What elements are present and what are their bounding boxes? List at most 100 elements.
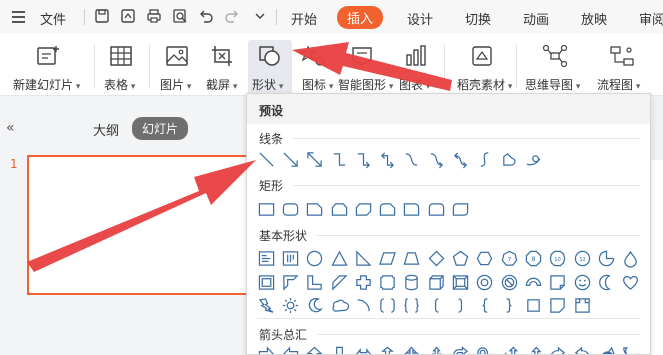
template-material-button[interactable]: 稻壳素材 <box>454 40 510 96</box>
tab-home[interactable]: 开始 <box>291 9 317 28</box>
arrow-line-shape[interactable] <box>278 149 302 169</box>
square-tab-shape[interactable] <box>521 295 545 315</box>
plaque-tabs-shape[interactable] <box>570 295 594 315</box>
up-arrow-shape[interactable] <box>303 344 327 354</box>
curved-left-arrow-shape[interactable] <box>570 344 594 354</box>
smart-graphic-button[interactable]: 智能图形 <box>334 40 390 96</box>
elbow-double-arrow-connector-shape[interactable] <box>375 149 399 169</box>
frame-shape[interactable] <box>254 272 278 292</box>
round-single-corner-rectangle-shape[interactable] <box>400 199 424 219</box>
hamburger-menu-icon[interactable] <box>12 11 25 23</box>
tab-design[interactable]: 设计 <box>407 9 433 28</box>
snip-round-rectangle-shape[interactable] <box>375 199 399 219</box>
cloud-shape[interactable] <box>327 295 351 315</box>
scribble-shape[interactable] <box>521 149 545 169</box>
icon-button[interactable]: 图标 <box>298 40 328 96</box>
right-bracket-shape[interactable] <box>448 295 472 315</box>
vertical-text-box-shape[interactable] <box>278 248 302 268</box>
arc-shape[interactable] <box>351 295 375 315</box>
outline-tab[interactable]: 大纲 <box>93 120 119 139</box>
file-menu[interactable]: 文件 <box>40 9 66 28</box>
double-brace-shape[interactable] <box>400 295 424 315</box>
quad-arrow-shape[interactable] <box>400 344 424 354</box>
half-frame-shape[interactable] <box>278 272 302 292</box>
teardrop-shape[interactable] <box>618 248 642 268</box>
chevron-down-icon[interactable] <box>252 8 268 24</box>
slides-tab[interactable]: 幻灯片 <box>132 117 189 140</box>
no-symbol-shape[interactable] <box>497 272 521 292</box>
bent-arrow-shape[interactable] <box>448 344 472 354</box>
right-arrow-shape[interactable] <box>254 344 278 354</box>
tab-animation[interactable]: 动画 <box>523 9 549 28</box>
bent-up-arrow-shape[interactable] <box>521 344 545 354</box>
rounded-rectangle-shape[interactable] <box>278 199 302 219</box>
shape-button[interactable]: 形状 <box>248 40 292 96</box>
freeform-shape[interactable] <box>497 149 521 169</box>
left-arrow-shape[interactable] <box>278 344 302 354</box>
left-brace-shape[interactable] <box>473 295 497 315</box>
heptagon-shape[interactable]: 7 <box>497 248 521 268</box>
left-right-up-arrow-shape[interactable] <box>424 344 448 354</box>
pentagon-shape[interactable] <box>448 248 472 268</box>
curved-arrow-connector-shape[interactable] <box>424 149 448 169</box>
cube-shape[interactable] <box>424 272 448 292</box>
dodecagon-shape[interactable]: 12 <box>570 248 594 268</box>
redo-icon[interactable] <box>224 8 240 24</box>
round-diagonal-corner-rectangle-shape[interactable] <box>448 199 472 219</box>
tab-slideshow[interactable]: 放映 <box>581 9 607 28</box>
oval-shape[interactable] <box>303 248 327 268</box>
screenshot-button[interactable]: 截屏 <box>203 40 243 96</box>
snip-same-side-corner-rectangle-shape[interactable] <box>327 199 351 219</box>
collapse-pane-icon[interactable]: « <box>6 120 15 136</box>
elbow-connector-shape[interactable] <box>327 149 351 169</box>
picture-button[interactable]: 图片 <box>157 40 197 96</box>
donut-shape[interactable] <box>473 272 497 292</box>
diagonal-stripe-shape[interactable] <box>327 272 351 292</box>
u-turn-arrow-shape[interactable] <box>473 344 497 354</box>
l-shape[interactable] <box>303 272 327 292</box>
mind-map-button[interactable]: 思维导图 <box>522 40 588 96</box>
tab-insert[interactable]: 插入 <box>337 6 384 29</box>
print-icon[interactable] <box>146 8 162 24</box>
right-triangle-shape[interactable] <box>351 248 375 268</box>
print-preview-icon[interactable] <box>172 8 188 24</box>
rectangle-shape[interactable] <box>254 199 278 219</box>
text-box-shape[interactable] <box>254 248 278 268</box>
pie-shape[interactable] <box>594 248 618 268</box>
left-up-arrow-shape[interactable] <box>497 344 521 354</box>
snip-single-corner-rectangle-shape[interactable] <box>303 199 327 219</box>
snip-diagonal-corner-rectangle-shape[interactable] <box>351 199 375 219</box>
table-button[interactable]: 表格 <box>102 40 140 96</box>
flowchart-button[interactable]: 流程图 <box>594 40 650 96</box>
decagon-shape[interactable]: 10 <box>546 248 570 268</box>
flowchart-card-shape[interactable] <box>546 295 570 315</box>
curved-up-arrow-shape[interactable] <box>594 344 618 354</box>
heart-shape[interactable] <box>618 272 642 292</box>
double-arrow-line-shape[interactable] <box>303 149 327 169</box>
chart-button[interactable]: 图表 <box>396 40 436 96</box>
round-same-side-corner-rectangle-shape[interactable] <box>424 199 448 219</box>
octagon-shape[interactable]: 8 <box>521 248 545 268</box>
slide-thumbnail[interactable] <box>27 155 257 295</box>
moon-shape[interactable] <box>594 272 618 292</box>
trapezoid-shape[interactable] <box>400 248 424 268</box>
tab-transition[interactable]: 切换 <box>465 9 491 28</box>
undo-icon[interactable] <box>198 8 214 24</box>
curved-down-arrow-shape[interactable] <box>618 344 642 354</box>
plus-shape[interactable] <box>351 272 375 292</box>
save-icon[interactable] <box>94 8 110 24</box>
left-right-arrow-shape[interactable] <box>351 344 375 354</box>
hexagon-shape[interactable] <box>473 248 497 268</box>
down-arrow-shape[interactable] <box>327 344 351 354</box>
curved-connector-shape[interactable] <box>400 149 424 169</box>
curved-right-arrow-shape[interactable] <box>546 344 570 354</box>
elbow-arrow-connector-shape[interactable] <box>351 149 375 169</box>
curve-shape[interactable] <box>473 149 497 169</box>
double-bracket-shape[interactable] <box>375 295 399 315</box>
up-down-arrow-shape[interactable] <box>375 344 399 354</box>
line-shape[interactable] <box>254 149 278 169</box>
lightning-bolt-shape[interactable] <box>254 295 278 315</box>
curved-double-arrow-connector-shape[interactable] <box>448 149 472 169</box>
tab-review[interactable]: 审阅 <box>639 9 663 28</box>
can-shape[interactable] <box>400 272 424 292</box>
